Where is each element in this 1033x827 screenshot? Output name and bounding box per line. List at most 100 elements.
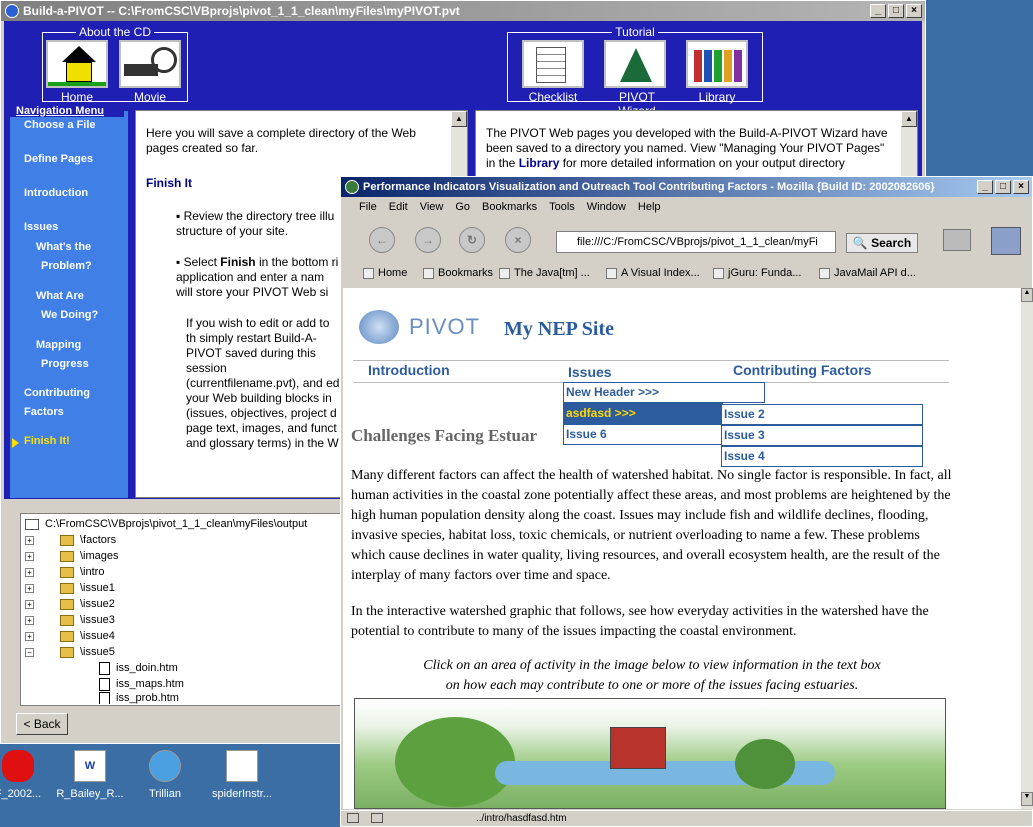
menu-file[interactable]: File bbox=[359, 201, 377, 213]
back-button[interactable]: < Back bbox=[16, 713, 68, 735]
expand-icon[interactable]: + bbox=[25, 551, 34, 561]
app-titlebar[interactable]: Build-a-PIVOT -- C:\FromCSC\VBprojs\pivo… bbox=[1, 1, 925, 21]
menu-help[interactable]: Help bbox=[638, 201, 661, 213]
bookmark-visual-index[interactable]: A Visual Index... bbox=[606, 267, 700, 279]
nav-progress[interactable]: Progress bbox=[41, 355, 89, 374]
minimize-button[interactable]: _ bbox=[870, 4, 886, 18]
mozilla-icon bbox=[345, 180, 359, 194]
menu-go[interactable]: Go bbox=[455, 201, 470, 213]
close-button[interactable]: × bbox=[906, 4, 922, 18]
tree-folder[interactable]: + \issue1 bbox=[25, 580, 115, 596]
tree-file[interactable]: iss_doin.htm bbox=[99, 660, 178, 676]
nav-whats-the[interactable]: What's the bbox=[36, 238, 91, 257]
bookmark-icon bbox=[606, 267, 617, 279]
dropdown-new-header[interactable]: New Header >>> bbox=[563, 382, 765, 403]
maximize-button[interactable]: □ bbox=[995, 180, 1011, 194]
print-icon[interactable] bbox=[943, 229, 971, 251]
expand-icon[interactable]: + bbox=[25, 583, 34, 593]
page-nav-contributing[interactable]: Contributing Factors bbox=[733, 362, 871, 378]
instructions-heading: Finish It bbox=[146, 176, 192, 190]
reload-icon[interactable]: ↻ bbox=[459, 227, 485, 253]
moz-titlebar[interactable]: Performance Indicators Visualization and… bbox=[341, 177, 1032, 197]
checklist-button[interactable]: Checklist bbox=[522, 40, 584, 104]
menu-bookmarks[interactable]: Bookmarks bbox=[482, 201, 537, 213]
scroll-down-arrow-icon[interactable]: ▼ bbox=[1021, 792, 1033, 806]
desktop-icon-bailey[interactable]: W R_Bailey_R... bbox=[50, 750, 130, 800]
nav-mapping[interactable]: Mapping bbox=[36, 336, 81, 355]
tree-folder[interactable]: + \issue4 bbox=[25, 628, 115, 644]
nav-issues[interactable]: Issues bbox=[24, 218, 58, 237]
scroll-up-arrow-icon[interactable]: ▲ bbox=[1021, 288, 1033, 302]
library-label: Library bbox=[698, 90, 736, 104]
submenu-issue-3[interactable]: Issue 3 bbox=[721, 425, 923, 446]
bookmark-bookmarks[interactable]: Bookmarks bbox=[423, 267, 493, 279]
watershed-image[interactable] bbox=[354, 698, 946, 809]
nav-what-are[interactable]: What Are bbox=[36, 287, 84, 306]
dropdown-asdfasd[interactable]: asdfasd >>> bbox=[563, 403, 723, 424]
menu-edit[interactable]: Edit bbox=[389, 201, 408, 213]
maximize-button[interactable]: □ bbox=[888, 4, 904, 18]
tree-folder[interactable]: + \issue3 bbox=[25, 612, 115, 628]
mail-icon[interactable] bbox=[347, 813, 359, 823]
page-scrollbar[interactable]: ▲ ▼ bbox=[1021, 288, 1033, 809]
file-icon bbox=[99, 661, 110, 675]
menu-tools[interactable]: Tools bbox=[549, 201, 575, 213]
scroll-up-arrow-icon[interactable]: ▲ bbox=[451, 111, 467, 127]
home-button[interactable]: Home bbox=[46, 40, 108, 104]
nav-finish-it[interactable]: Finish It! bbox=[24, 432, 70, 451]
instructions-bullet-2: ▪ Select Finish in the bottom ri applica… bbox=[176, 255, 339, 299]
expand-icon[interactable]: + bbox=[25, 631, 34, 641]
bookmark-jguru[interactable]: jGuru: Funda... bbox=[713, 267, 801, 279]
stop-icon[interactable]: × bbox=[505, 227, 531, 253]
folder-icon bbox=[60, 630, 74, 642]
tree-folder[interactable]: + \intro bbox=[25, 564, 104, 580]
tree-folder[interactable]: + \issue2 bbox=[25, 596, 115, 612]
tree-file[interactable]: iss_maps.htm bbox=[99, 676, 184, 692]
library-button[interactable]: Library bbox=[686, 40, 748, 104]
scroll-up-arrow-icon[interactable]: ▲ bbox=[901, 111, 917, 127]
expand-icon[interactable]: + bbox=[25, 615, 34, 625]
url-bar[interactable]: file:///C:/FromCSC/VBprojs/pivot_1_1_cle… bbox=[556, 231, 836, 253]
nav-introduction[interactable]: Introduction bbox=[24, 184, 88, 203]
bookmark-javamail[interactable]: JavaMail API d... bbox=[819, 267, 916, 279]
collapse-icon[interactable]: − bbox=[25, 647, 34, 657]
expand-icon[interactable]: + bbox=[25, 599, 34, 609]
tree-folder[interactable]: + \images bbox=[25, 548, 119, 564]
tree-folder[interactable]: + \factors bbox=[25, 532, 116, 548]
tree-root[interactable]: C:\FromCSC\VBprojs\pivot_1_1_clean\myFil… bbox=[25, 516, 307, 532]
nav-define-pages[interactable]: Define Pages bbox=[24, 150, 93, 169]
forward-arrow-icon[interactable]: → bbox=[415, 227, 441, 253]
composer-icon[interactable] bbox=[371, 813, 383, 823]
bookmark-home[interactable]: Home bbox=[363, 267, 407, 279]
nav-factors[interactable]: Factors bbox=[24, 403, 64, 422]
pivot-wizard-button[interactable]: PIVOT Wizard bbox=[604, 40, 670, 118]
submenu-issue-4[interactable]: Issue 4 bbox=[721, 446, 923, 467]
dropdown-issue-6[interactable]: Issue 6 bbox=[563, 424, 723, 445]
tree-folder[interactable]: − \issue5 bbox=[25, 644, 115, 660]
trillian-icon bbox=[149, 750, 181, 782]
submenu-issue-2[interactable]: Issue 2 bbox=[721, 404, 923, 425]
nav-problem[interactable]: Problem? bbox=[41, 257, 92, 276]
back-arrow-icon[interactable]: ← bbox=[369, 227, 395, 253]
bookmark-icon bbox=[713, 267, 724, 279]
nav-contributing[interactable]: Contributing bbox=[24, 384, 90, 403]
output-info-scrollbar[interactable]: ▲ bbox=[901, 111, 917, 179]
expand-icon[interactable]: + bbox=[25, 567, 34, 577]
nav-choose-file[interactable]: Choose a File bbox=[24, 116, 96, 135]
desktop-icon-label: R_Bailey_R... bbox=[56, 788, 124, 800]
folder-icon bbox=[60, 614, 74, 626]
desktop-icon-trillian[interactable]: Trillian bbox=[125, 750, 205, 800]
nav-we-doing[interactable]: We Doing? bbox=[41, 306, 98, 325]
close-button[interactable]: × bbox=[1013, 180, 1029, 194]
minimize-button[interactable]: _ bbox=[977, 180, 993, 194]
menu-window[interactable]: Window bbox=[587, 201, 626, 213]
page-nav-issues[interactable]: Issues bbox=[568, 364, 612, 380]
search-button[interactable]: 🔍 Search bbox=[846, 233, 918, 253]
tree-file[interactable]: iss_prob.htm bbox=[99, 692, 179, 704]
page-nav-introduction[interactable]: Introduction bbox=[368, 362, 450, 378]
movie-button[interactable]: Movie bbox=[119, 40, 181, 104]
menu-view[interactable]: View bbox=[420, 201, 444, 213]
expand-icon[interactable]: + bbox=[25, 535, 34, 545]
desktop-icon-spider[interactable]: spiderInstr... bbox=[202, 750, 282, 800]
bookmark-java[interactable]: The Java[tm] ... bbox=[499, 267, 590, 279]
